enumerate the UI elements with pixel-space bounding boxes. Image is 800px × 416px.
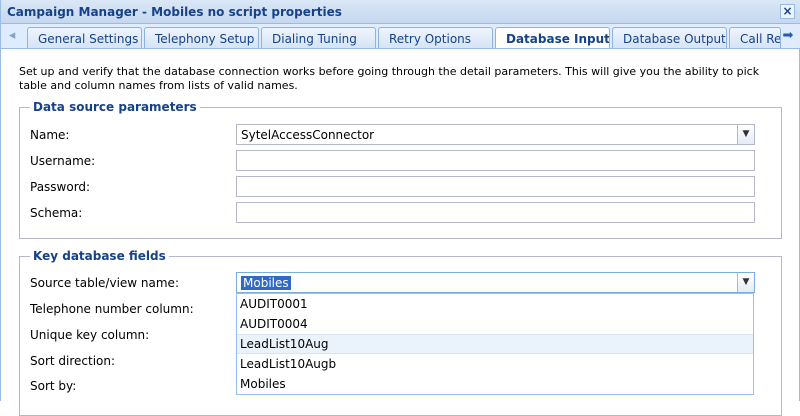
window-title: Campaign Manager - Mobiles no script pro… (7, 5, 342, 19)
title-bar: Campaign Manager - Mobiles no script pro… (1, 0, 800, 24)
chevron-down-icon[interactable]: ▼ (737, 125, 754, 144)
dropdown-option-hovered[interactable]: LeadList10Aug (237, 334, 753, 354)
dropdown-option[interactable]: AUDIT0001 (237, 294, 753, 314)
tab-general-settings[interactable]: General Settings (27, 27, 142, 48)
tab-database-output[interactable]: Database Output (612, 27, 727, 48)
tab-retry-options[interactable]: Retry Options (378, 27, 493, 48)
sort-direction-label: Sort direction: (30, 354, 116, 368)
close-button[interactable]: × (780, 4, 795, 19)
username-label: Username: (30, 154, 96, 168)
name-combo-value: SytelAccessConnector (241, 128, 375, 142)
source-table-dropdown-list: AUDIT0001 AUDIT0004 LeadList10Aug LeadLi… (236, 293, 754, 395)
name-label: Name: (30, 128, 70, 142)
schema-field[interactable] (236, 202, 755, 223)
telephone-column-label: Telephone number column: (30, 302, 194, 316)
source-table-label: Source table/view name: (30, 276, 179, 290)
username-field[interactable] (236, 150, 755, 171)
sort-by-label: Sort by: (30, 379, 77, 393)
intro-text: Set up and verify that the database conn… (19, 65, 760, 92)
tab-scroll-left-icon[interactable]: ◂ (3, 26, 21, 47)
tab-call-rec[interactable]: Call Rec (729, 27, 781, 48)
campaign-manager-window: Campaign Manager - Mobiles no script pro… (0, 0, 800, 416)
dropdown-option[interactable]: Mobiles (237, 374, 753, 394)
password-label: Password: (30, 180, 91, 194)
unique-key-label: Unique key column: (30, 328, 150, 342)
tab-database-input[interactable]: Database Input (495, 27, 610, 48)
tab-dialing-tuning[interactable]: Dialing Tuning (261, 27, 376, 48)
chevron-down-icon[interactable]: ▼ (737, 273, 754, 292)
tab-telephony-setup[interactable]: Telephony Setup (144, 27, 259, 48)
source-table-combo[interactable]: Mobiles ▼ (236, 272, 755, 293)
schema-label: Schema: (30, 206, 83, 220)
tab-scroll-right-icon[interactable]: ➡ (779, 26, 797, 47)
dropdown-option[interactable]: AUDIT0004 (237, 314, 753, 334)
source-table-value[interactable]: Mobiles (241, 276, 291, 290)
password-field[interactable] (236, 176, 755, 197)
data-source-legend: Data source parameters (30, 100, 200, 114)
key-fields-legend: Key database fields (30, 249, 169, 263)
name-combo[interactable]: SytelAccessConnector ▼ (236, 124, 755, 145)
tab-strip: ◂ General Settings Telephony Setup Diali… (1, 24, 800, 49)
dropdown-option[interactable]: LeadList10Augb (237, 354, 753, 374)
